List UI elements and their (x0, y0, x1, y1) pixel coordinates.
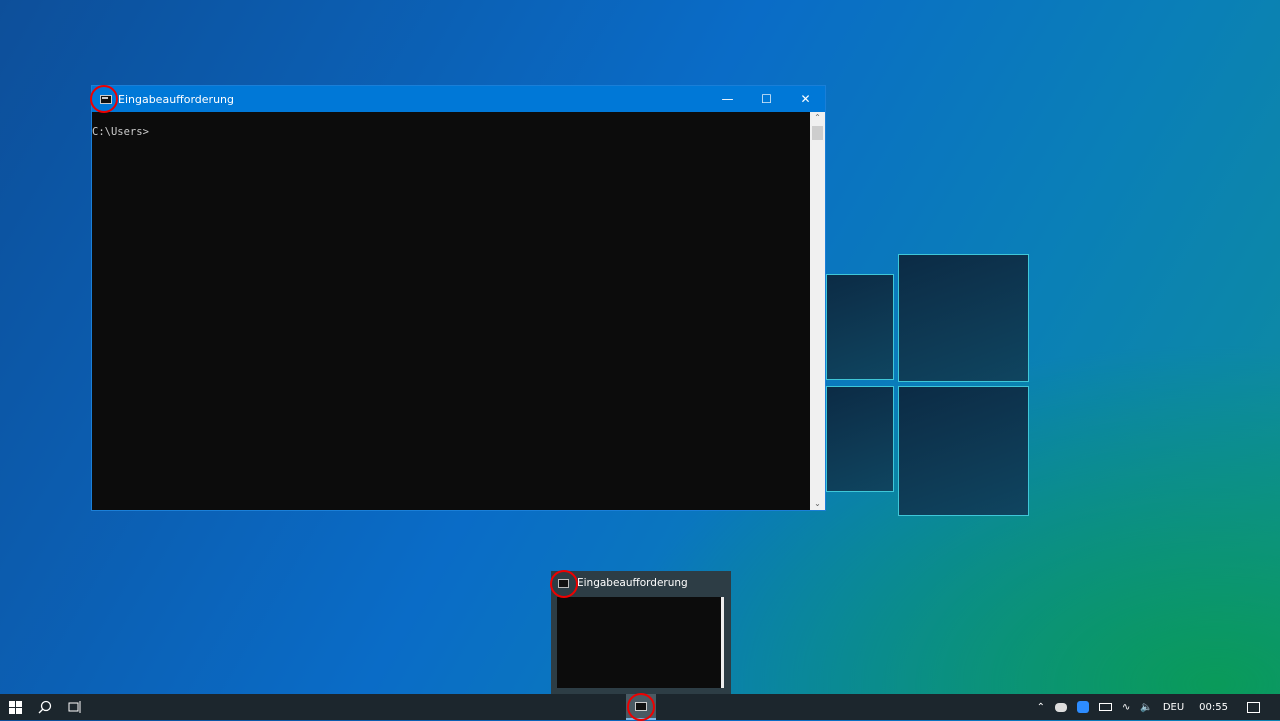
scroll-thumb[interactable] (812, 126, 823, 140)
console-output[interactable]: C:\Users> (92, 112, 810, 510)
task-view-icon (68, 701, 81, 713)
command-prompt-window[interactable]: Eingabeaufforderung — ☐ ✕ C:\Users> ⌃ ⌄ (91, 85, 826, 511)
chevron-up-icon[interactable]: ⌃ (1037, 702, 1045, 713)
preview-title: Eingabeaufforderung (577, 577, 688, 589)
annotation-circle (90, 85, 118, 113)
windows-icon (8, 700, 22, 714)
title-bar[interactable]: Eingabeaufforderung — ☐ ✕ (92, 86, 825, 112)
windows-wallpaper-logo (826, 250, 1031, 520)
vertical-scrollbar[interactable]: ⌃ ⌄ (810, 112, 825, 510)
language-indicator[interactable]: DEU (1163, 702, 1184, 713)
annotation-circle (627, 693, 655, 721)
minimize-button[interactable]: — (708, 86, 747, 112)
scroll-up-icon[interactable]: ⌃ (810, 113, 825, 122)
battery-icon[interactable] (1098, 703, 1112, 711)
preview-thumbnail[interactable] (557, 597, 724, 688)
start-button[interactable] (0, 694, 30, 720)
notification-icon[interactable] (1247, 701, 1260, 713)
discord-icon[interactable] (1054, 702, 1067, 712)
search-icon (38, 700, 52, 714)
scroll-down-icon[interactable]: ⌄ (810, 499, 825, 508)
annotation-circle (550, 570, 578, 598)
zoom-icon[interactable] (1076, 701, 1089, 713)
window-title: Eingabeaufforderung (118, 92, 234, 106)
task-view-button[interactable] (60, 694, 90, 720)
search-button[interactable] (30, 694, 60, 720)
maximize-button[interactable]: ☐ (747, 86, 786, 112)
close-button[interactable]: ✕ (786, 86, 825, 112)
clock[interactable]: 00:55 (1199, 702, 1228, 713)
wifi-icon[interactable]: ∿ (1122, 702, 1130, 713)
volume-icon[interactable]: 🔈 (1140, 702, 1152, 713)
taskbar-preview[interactable]: Eingabeaufforderung (551, 571, 731, 694)
system-tray: ⌃ ∿ 🔈 DEU 00:55 (1032, 694, 1280, 720)
